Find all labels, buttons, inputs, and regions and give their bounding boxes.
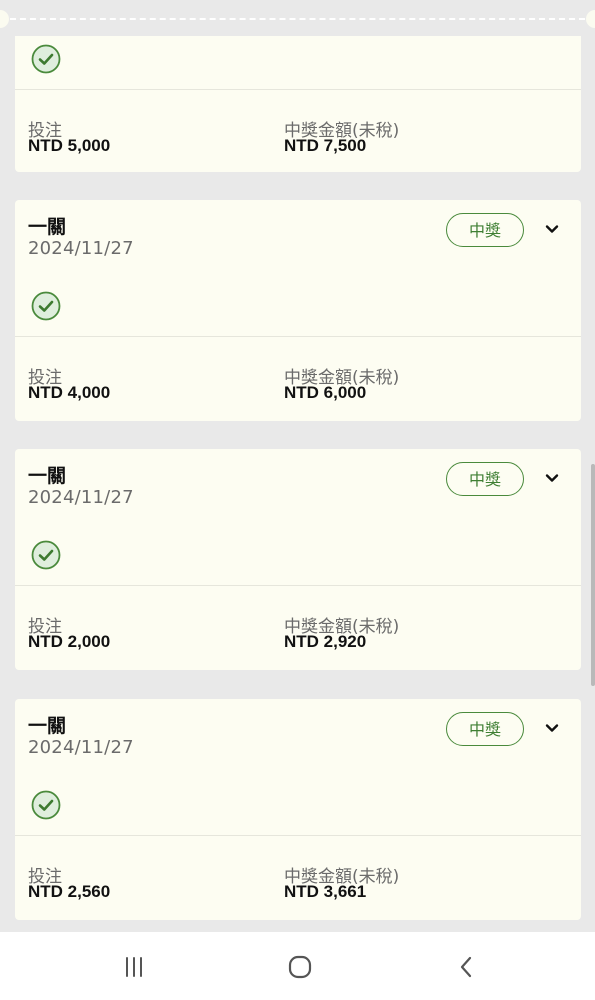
home-icon[interactable] — [285, 952, 315, 982]
bet-date: 2024/11/27 — [28, 737, 134, 758]
bet-card-footer: 投注 NTD 5,000 中獎金額(未稅) NTD 7,500 — [15, 90, 581, 172]
bet-card[interactable]: 投注 NTD 5,000 中獎金額(未稅) NTD 7,500 — [15, 36, 581, 172]
bet-card[interactable]: 一關 2024/11/27 中獎 投注 NTD 4,000 中獎金額(未稅) N… — [15, 200, 581, 421]
chevron-down-icon[interactable] — [545, 222, 559, 236]
bet-card-header: 一關 2024/11/27 中獎 — [15, 449, 581, 586]
win-status-badge: 中獎 — [446, 712, 524, 746]
bet-date: 2024/11/27 — [28, 238, 134, 259]
bet-card-footer: 投注 NTD 4,000 中獎金額(未稅) NTD 6,000 — [15, 337, 581, 421]
bet-history-screen: 投注 NTD 5,000 中獎金額(未稅) NTD 7,500 一關 2024/… — [0, 0, 595, 1000]
system-navigation-bar — [0, 932, 595, 1000]
check-circle-icon — [31, 291, 61, 321]
bet-date: 2024/11/27 — [28, 487, 134, 508]
bet-card-footer: 投注 NTD 2,000 中獎金額(未稅) NTD 2,920 — [15, 586, 581, 670]
win-status-badge: 中獎 — [446, 462, 524, 496]
chevron-down-icon[interactable] — [545, 721, 559, 735]
bet-card-header — [15, 36, 581, 90]
recent-apps-icon[interactable] — [119, 952, 149, 982]
scrollbar[interactable] — [591, 464, 595, 686]
prize-amount: NTD 3,661 — [284, 882, 367, 901]
stake-amount: NTD 2,560 — [28, 882, 111, 901]
check-circle-icon — [31, 790, 61, 820]
perforation-line — [0, 18, 595, 20]
stake-amount: NTD 2,000 — [28, 632, 111, 651]
prize-amount: NTD 7,500 — [284, 136, 367, 155]
bet-card[interactable]: 一關 2024/11/27 中獎 投注 NTD 2,560 中獎金額(未稅) N… — [15, 699, 581, 920]
bet-card-footer: 投注 NTD 2,560 中獎金額(未稅) NTD 3,661 — [15, 836, 581, 920]
bet-card-header: 一關 2024/11/27 中獎 — [15, 699, 581, 836]
ticket-top-edge — [0, 0, 595, 36]
win-status-badge: 中獎 — [446, 213, 524, 247]
stake-amount: NTD 4,000 — [28, 383, 111, 402]
prize-amount: NTD 6,000 — [284, 383, 367, 402]
bet-type-title: 一關 — [28, 715, 67, 737]
bet-type-title: 一關 — [28, 216, 67, 238]
perforation-notch-right — [586, 10, 595, 28]
stake-amount: NTD 5,000 — [28, 136, 111, 155]
chevron-down-icon[interactable] — [545, 471, 559, 485]
prize-amount: NTD 2,920 — [284, 632, 367, 651]
bet-card[interactable]: 一關 2024/11/27 中獎 投注 NTD 2,000 中獎金額(未稅) N… — [15, 449, 581, 670]
back-icon[interactable] — [452, 952, 482, 982]
check-circle-icon — [31, 44, 61, 74]
perforation-notch-left — [0, 10, 9, 28]
check-circle-icon — [31, 540, 61, 570]
bet-card-header: 一關 2024/11/27 中獎 — [15, 200, 581, 337]
bet-type-title: 一關 — [28, 465, 67, 487]
